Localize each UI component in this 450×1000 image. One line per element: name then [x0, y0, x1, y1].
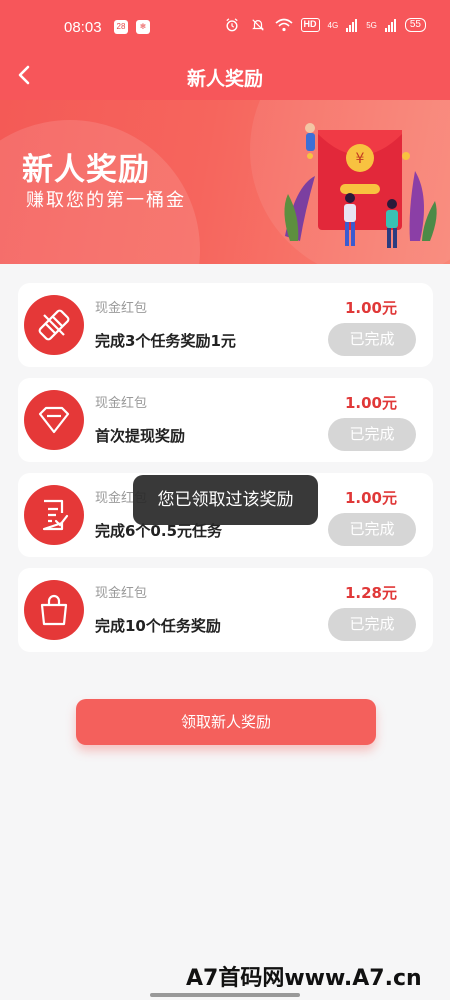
promo-banner: 新人奖励 赚取您的第一桶金 ¥	[0, 100, 450, 264]
red-envelope-illustration: ¥	[284, 123, 437, 248]
completed-button[interactable]: 已完成	[328, 323, 416, 356]
nav-bar: 新人奖励	[0, 52, 450, 100]
toast-message: 您已领取过该奖励	[133, 475, 318, 525]
signal-icon-2	[384, 19, 396, 32]
watermark: A7首码网www.A7.cn	[186, 966, 422, 991]
status-icons: HD 4G 5G 55	[223, 18, 426, 32]
reward-icon-circle	[24, 485, 84, 545]
wifi-icon	[275, 18, 293, 32]
reward-icon-circle	[24, 295, 84, 355]
reward-name: 完成10个任务奖励	[95, 617, 221, 635]
completed-button[interactable]: 已完成	[328, 608, 416, 641]
signal-5g-label: 5G	[366, 20, 377, 30]
reward-icon-circle	[24, 580, 84, 640]
hd-badge: HD	[300, 18, 320, 32]
reward-tag: 现金红包	[95, 396, 148, 411]
reward-card-4: 现金红包 完成10个任务奖励 1.28元 已完成	[18, 568, 433, 652]
completed-button[interactable]: 已完成	[328, 418, 416, 451]
reward-amount: 1.00元	[344, 394, 397, 412]
svg-text:¥: ¥	[356, 151, 365, 167]
notification-app-icon: ❄	[136, 20, 150, 34]
banner-subtitle: 赚取您的第一桶金	[26, 190, 186, 211]
reward-tag: 现金红包	[95, 586, 148, 601]
reward-amount: 1.00元	[344, 299, 397, 317]
alarm-icon	[225, 18, 238, 32]
diamond-icon	[38, 406, 70, 434]
reward-card-1: 现金红包 完成3个任务奖励1元 1.00元 已完成	[18, 283, 433, 367]
reward-name: 首次提现奖励	[95, 427, 186, 445]
status-time: 08:03	[64, 19, 102, 36]
completed-button[interactable]: 已完成	[328, 513, 416, 546]
checklist-icon	[42, 499, 69, 531]
reward-card-2: 现金红包 首次提现奖励 1.00元 已完成	[18, 378, 433, 462]
shopping-bag-icon	[40, 594, 68, 626]
claim-reward-button[interactable]: 领取新人奖励	[76, 699, 376, 745]
reward-amount: 1.00元	[344, 489, 397, 507]
signal-4g-label: 4G	[327, 20, 339, 30]
battery-indicator: 55	[404, 18, 426, 32]
calendar-icon: 28	[114, 20, 128, 34]
status-bar: 08:03 28 ❄ HD 4G 5G 55	[0, 0, 450, 52]
signal-icon	[346, 19, 358, 32]
reward-tag: 现金红包	[95, 301, 148, 316]
home-indicator[interactable]	[150, 993, 300, 997]
reward-amount: 1.28元	[344, 584, 397, 602]
reward-name: 完成3个任务奖励1元	[95, 332, 236, 350]
banner-title: 新人奖励	[22, 152, 150, 188]
mute-icon	[251, 19, 264, 31]
reward-icon-circle	[24, 390, 84, 450]
ticket-icon	[38, 309, 70, 341]
page-title: 新人奖励	[186, 68, 263, 90]
